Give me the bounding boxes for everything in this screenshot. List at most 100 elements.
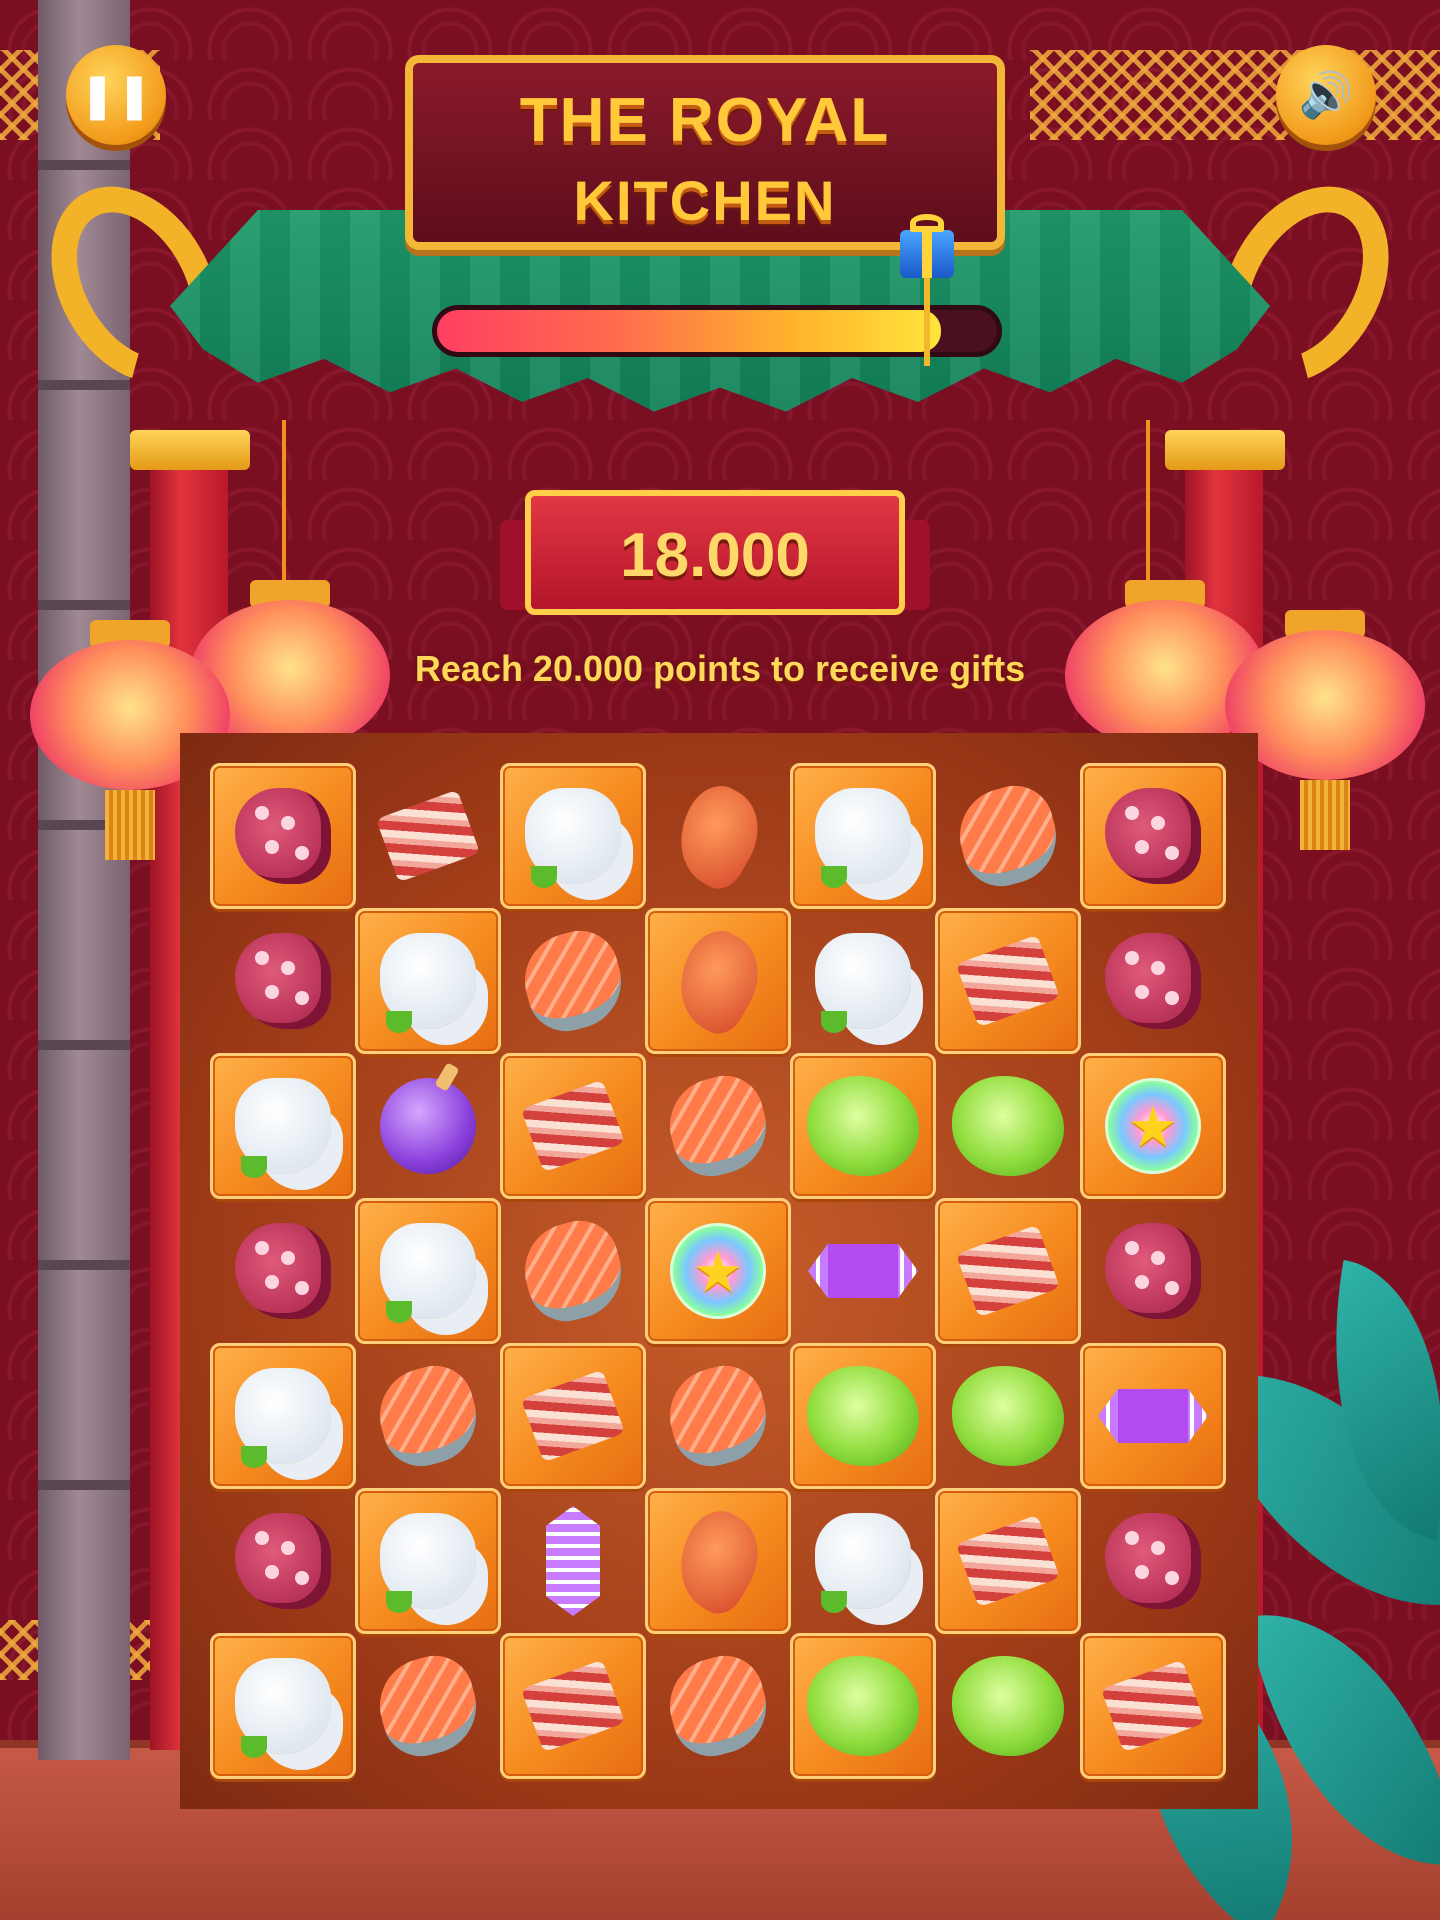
board-cell[interactable] [790,1053,936,1199]
radish-icon [235,1368,331,1468]
board-cell[interactable] [645,908,791,1054]
board-cell[interactable] [355,908,501,1054]
radish-icon [235,1658,331,1758]
pause-button[interactable]: ❚❚ [66,45,166,145]
board-cell[interactable] [1080,1488,1226,1634]
salmon-icon [659,1067,777,1185]
octopus-icon [1105,1513,1201,1609]
board-cell[interactable] [1080,1343,1226,1489]
board-cell[interactable] [500,1343,646,1489]
salmon-icon [659,1357,777,1475]
octopus-icon [1105,1223,1201,1319]
board-cell[interactable] [210,908,356,1054]
bacon-icon [1100,1659,1206,1753]
board-cell[interactable] [1080,1633,1226,1779]
board-cell[interactable] [790,1488,936,1634]
speaker-icon: 🔊 [1298,70,1354,121]
octopus-icon [235,1513,331,1609]
game-title-line1: THE ROYAL [519,86,891,155]
board-cell[interactable] [935,908,1081,1054]
board-cell[interactable] [790,1198,936,1344]
striped-candy-horizontal-icon [808,1244,918,1298]
crab-icon [660,1500,776,1622]
board-cell[interactable] [500,1053,646,1199]
striped-candy-vertical-icon [546,1506,600,1616]
board-cell[interactable] [1080,763,1226,909]
board-cell[interactable] [935,1633,1081,1779]
board-cell[interactable] [210,1488,356,1634]
radish-icon [380,1223,476,1323]
board-cell[interactable] [645,1633,791,1779]
radish-icon [525,788,621,888]
board-cell[interactable] [210,1053,356,1199]
board-cell[interactable] [355,1053,501,1199]
board-cell[interactable] [645,763,791,909]
radish-icon [815,1513,911,1613]
board-cell[interactable] [1080,1053,1226,1199]
pillar-cap-left [130,430,250,470]
board-cell[interactable] [645,1488,791,1634]
game-board [180,733,1258,1809]
striped-candy-horizontal-icon [1098,1389,1208,1443]
board-cell[interactable] [935,1343,1081,1489]
board-cell[interactable] [210,1198,356,1344]
octopus-icon [235,788,331,884]
radish-icon [815,788,911,888]
octopus-icon [235,933,331,1029]
pillar-cap-right [1165,430,1285,470]
bacon-icon [955,1224,1061,1318]
bacon-icon [955,1514,1061,1608]
board-cell[interactable] [645,1343,791,1489]
board-cell[interactable] [355,1198,501,1344]
crab-icon [660,920,776,1042]
bacon-icon [520,1079,626,1173]
board-cell[interactable] [210,763,356,909]
board-cell[interactable] [645,1198,791,1344]
board-cell[interactable] [355,1488,501,1634]
crab-icon [660,775,776,897]
salmon-icon [514,1212,632,1330]
lettuce-icon [807,1656,919,1756]
knot-pattern-right [1030,50,1440,140]
board-cell[interactable] [355,1633,501,1779]
board-cell[interactable] [645,1053,791,1199]
board-cell[interactable] [790,908,936,1054]
board-cell[interactable] [500,1198,646,1344]
radish-icon [380,933,476,1033]
board-cell[interactable] [935,1198,1081,1344]
board-cell[interactable] [355,763,501,909]
salmon-icon [369,1647,487,1765]
board-cell[interactable] [500,908,646,1054]
board-cell[interactable] [210,1343,356,1489]
board-cell[interactable] [500,1488,646,1634]
board-cell[interactable] [790,1343,936,1489]
board-cell[interactable] [500,763,646,909]
board-cell[interactable] [935,1488,1081,1634]
lettuce-icon [807,1366,919,1466]
rainbow-star-icon [670,1223,766,1319]
lettuce-icon [952,1366,1064,1466]
salmon-icon [514,922,632,1040]
score-progress-fill [437,310,941,352]
salmon-icon [659,1647,777,1765]
board-cell[interactable] [355,1343,501,1489]
board-cell[interactable] [210,1633,356,1779]
board-cell[interactable] [500,1633,646,1779]
score-progress-bar [432,305,1002,357]
board-cell[interactable] [790,763,936,909]
board-cell[interactable] [1080,908,1226,1054]
goal-text: Reach 20.000 points to receive gifts [414,648,1026,689]
bacon-icon [520,1659,626,1753]
board-cell[interactable] [935,763,1081,909]
lettuce-icon [952,1656,1064,1756]
board-cell[interactable] [1080,1198,1226,1344]
bomb-icon [380,1078,476,1174]
sound-button[interactable]: 🔊 [1276,45,1376,145]
radish-icon [815,933,911,1033]
gift-box-icon [898,208,956,366]
score-value: 18.000 [620,521,810,590]
lettuce-icon [807,1076,919,1176]
board-cell[interactable] [935,1053,1081,1199]
board-cell[interactable] [790,1633,936,1779]
salmon-icon [949,777,1067,895]
